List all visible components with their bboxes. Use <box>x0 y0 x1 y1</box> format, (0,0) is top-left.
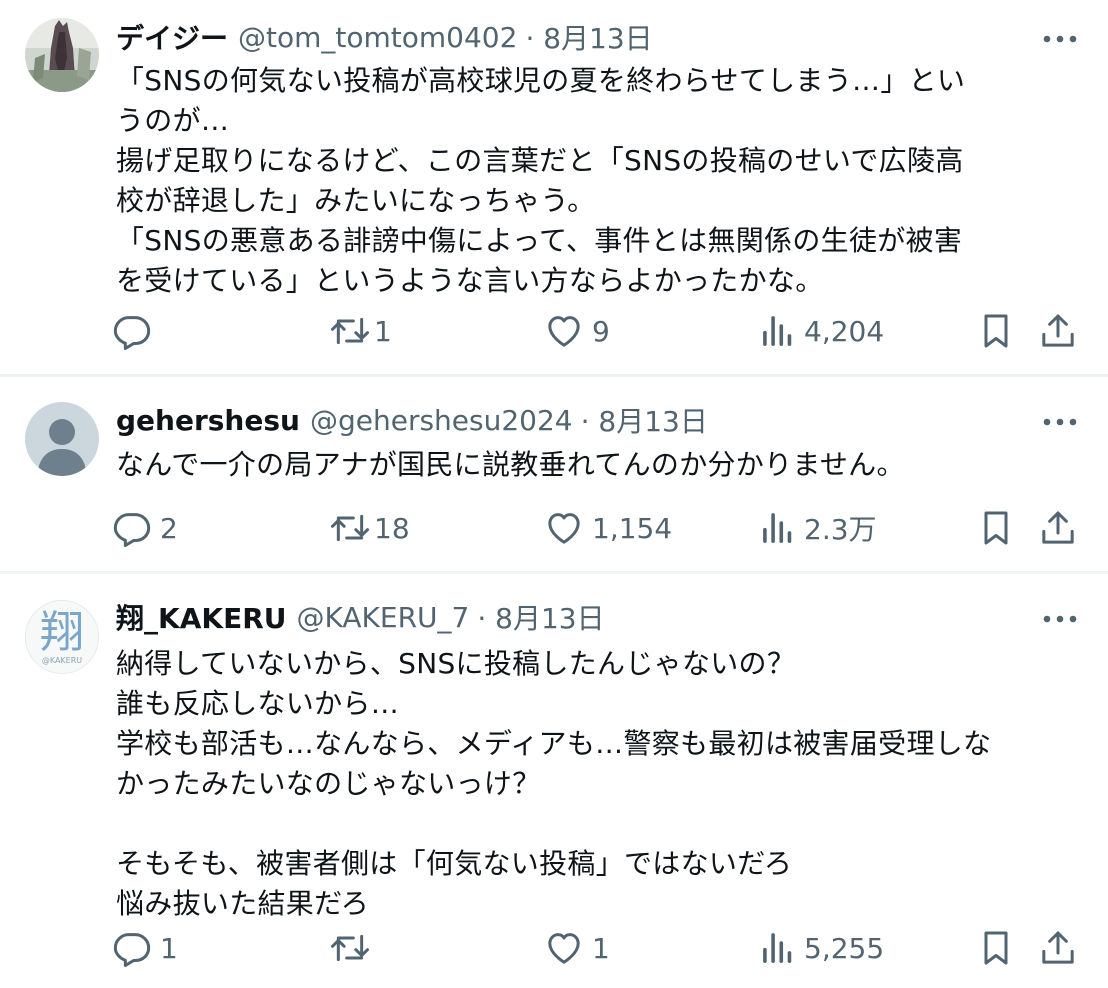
views-button[interactable]: 4,204 <box>760 309 884 353</box>
more-button[interactable] <box>1040 604 1080 634</box>
like-count: 1 <box>592 931 610 965</box>
retweet-icon <box>331 514 369 542</box>
avatar-logo-text: 翔 <box>40 607 84 658</box>
reply-count: 1 <box>160 931 178 965</box>
display-name[interactable]: 翔_KAKERU <box>116 597 287 637</box>
tweet-text: 「SNSの何気ない投稿が高校球児の夏を終わらせてしまう…」とい うのが… 揚げ足… <box>116 64 966 297</box>
timestamp[interactable]: · 8月13日 <box>477 597 604 637</box>
views-count: 2.3万 <box>804 513 877 546</box>
avatar[interactable]: 翔 @KAKERU <box>25 600 99 674</box>
display-name[interactable]: デイジー <box>116 17 228 57</box>
reply-icon <box>113 316 151 350</box>
timestamp[interactable]: · 8月13日 <box>525 17 652 57</box>
like-count: 9 <box>592 314 610 348</box>
handle[interactable]: @tom_tomtom0402 <box>238 21 517 54</box>
bookmark-icon <box>984 511 1008 545</box>
display-name[interactable]: gehershesu <box>116 404 300 437</box>
more-icon <box>1043 35 1077 43</box>
bookmark-button[interactable] <box>976 506 1016 550</box>
views-count: 4,204 <box>804 314 885 348</box>
retweet-icon <box>331 317 369 345</box>
more-button[interactable] <box>1040 24 1080 54</box>
tweet-text: なんで一介の局アナが国民に説教垂れてんのか分かりません。 <box>116 448 905 481</box>
tweet-header: gehershesu @gehershesu2024 · 8月13日 <box>116 400 708 440</box>
avatar[interactable] <box>25 402 99 476</box>
tweet-header: 翔_KAKERU @KAKERU_7 · 8月13日 <box>116 597 605 637</box>
share-button[interactable] <box>1038 506 1078 550</box>
avatar[interactable] <box>25 18 99 92</box>
default-person-avatar-icon <box>25 402 99 476</box>
share-icon <box>1042 511 1074 544</box>
tweet-text: 納得していないから、SNSに投稿したんじゃないの？ 誰も反応しないから… 学校も… <box>116 647 992 920</box>
handle[interactable]: @KAKERU_7 <box>297 601 470 634</box>
share-button[interactable] <box>1038 309 1078 353</box>
tweet-1[interactable]: デイジー @tom_tomtom0402 · 8月13日 「SNSの何気ない投稿… <box>0 0 1108 374</box>
more-icon <box>1043 418 1077 426</box>
photo-avatar-icon <box>25 18 99 92</box>
like-button[interactable]: 1,154 <box>544 506 672 550</box>
bookmark-button[interactable] <box>976 926 1016 970</box>
reply-button[interactable]: 1 <box>112 926 178 970</box>
bookmark-icon <box>984 931 1008 965</box>
views-icon <box>763 513 792 543</box>
kakeru-logo-icon: 翔 @KAKERU <box>26 601 98 673</box>
like-icon <box>548 933 580 964</box>
action-bar: 1 9 4,204 <box>112 309 1082 353</box>
reply-button[interactable]: 2 <box>112 506 178 550</box>
action-bar: 1 1 5,255 <box>112 926 1082 970</box>
views-icon <box>763 933 792 963</box>
bookmark-button[interactable] <box>976 309 1016 353</box>
reply-button[interactable] <box>112 309 160 353</box>
more-icon <box>1043 615 1077 623</box>
share-button[interactable] <box>1038 926 1078 970</box>
tweet-2[interactable]: gehershesu @gehershesu2024 · 8月13日 なんで一介… <box>0 377 1108 571</box>
bookmark-icon <box>984 314 1008 348</box>
share-icon <box>1042 931 1074 964</box>
tweet-3[interactable]: 翔 @KAKERU 翔_KAKERU @KAKERU_7 · 8月13日 納得し… <box>0 574 1108 988</box>
reply-icon <box>113 933 151 967</box>
retweet-button[interactable]: 18 <box>328 506 410 550</box>
like-button[interactable]: 9 <box>544 309 610 353</box>
views-count: 5,255 <box>804 931 885 965</box>
like-icon <box>548 513 580 544</box>
retweet-icon <box>331 934 369 962</box>
share-icon <box>1042 314 1074 347</box>
avatar-logo-subtext: @KAKERU <box>42 656 82 665</box>
views-button[interactable]: 2.3万 <box>760 506 877 550</box>
reply-icon <box>113 513 151 547</box>
more-button[interactable] <box>1040 407 1080 437</box>
like-icon <box>548 316 580 347</box>
views-button[interactable]: 5,255 <box>760 926 884 970</box>
like-count: 1,154 <box>592 511 673 545</box>
reply-count: 2 <box>160 511 178 545</box>
retweet-button[interactable] <box>328 926 380 970</box>
like-button[interactable]: 1 <box>544 926 610 970</box>
retweet-count: 18 <box>374 511 410 545</box>
retweet-count: 1 <box>374 314 392 348</box>
handle[interactable]: @gehershesu2024 <box>310 404 573 437</box>
timestamp[interactable]: · 8月13日 <box>581 400 708 440</box>
retweet-button[interactable]: 1 <box>328 309 392 353</box>
tweet-header: デイジー @tom_tomtom0402 · 8月13日 <box>116 17 653 57</box>
action-bar: 2 18 1,154 2.3万 <box>112 506 1082 550</box>
views-icon <box>763 316 792 346</box>
